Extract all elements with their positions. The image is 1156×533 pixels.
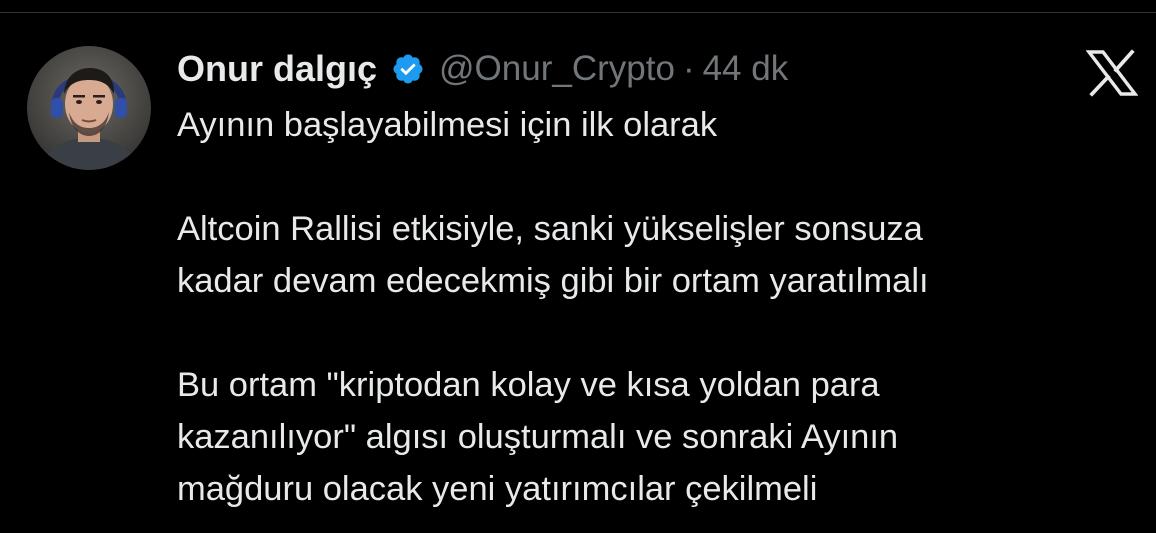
tweet-body: Ayının başlayabilmesi için ilk olarak Al… (177, 99, 1137, 515)
tweet-line: Ayının başlayabilmesi için ilk olarak (177, 106, 718, 144)
tweet-line: Altcoin Rallisi etkisiyle, sanki yükseli… (177, 210, 923, 248)
verified-badge-icon (391, 52, 425, 86)
tweet-timestamp[interactable]: 44 dk (703, 49, 789, 89)
tweet-card[interactable]: Onur dalgıç @Onur_Crypto · 44 dk Ayının … (0, 13, 1156, 533)
tweet-header: Onur dalgıç @Onur_Crypto · 44 dk (177, 47, 788, 91)
avatar[interactable] (27, 46, 151, 170)
tweet-line: kadar devam edecekmiş gibi bir ortam yar… (177, 262, 929, 300)
separator-dot: · (682, 49, 695, 88)
x-logo-icon[interactable] (1085, 49, 1139, 97)
author-display-name[interactable]: Onur dalgıç (177, 48, 377, 90)
avatar-image (27, 46, 151, 170)
tweet-line: kazanılıyor" algısı oluşturmalı ve sonra… (177, 418, 899, 456)
tweet-line: mağduru olacak yeni yatırımcılar çekilme… (177, 470, 818, 508)
tweet-line: Bu ortam "kriptodan kolay ve kısa yoldan… (177, 366, 880, 404)
author-handle[interactable]: @Onur_Crypto (439, 49, 675, 89)
